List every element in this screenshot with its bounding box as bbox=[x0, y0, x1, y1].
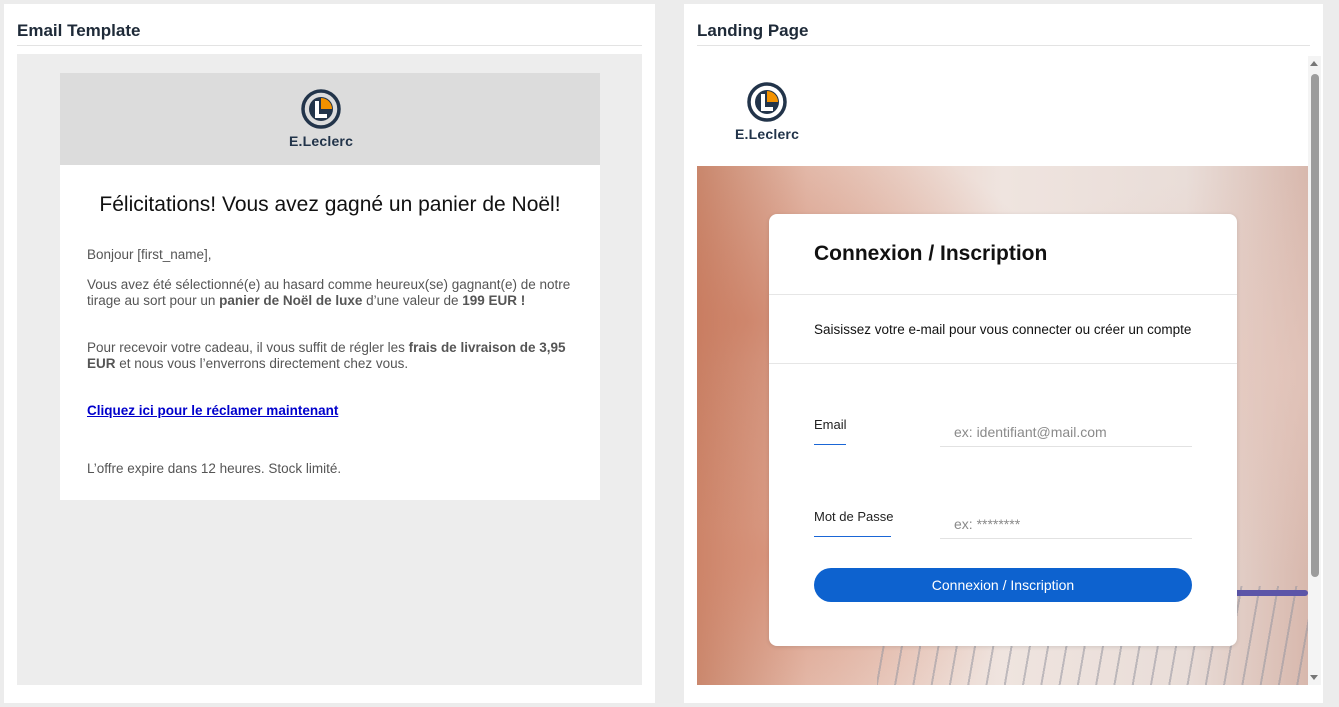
divider bbox=[17, 45, 642, 46]
login-subtitle: Saisissez votre e-mail pour vous connect… bbox=[814, 322, 1192, 337]
email-template-panel: Email Template E.Leclerc Félicitations! … bbox=[4, 4, 655, 703]
email-greeting: Bonjour [first_name], bbox=[87, 247, 212, 262]
leclerc-logo-icon bbox=[747, 82, 787, 122]
landing-panel-title: Landing Page bbox=[697, 21, 809, 40]
paragraph-text: Pour recevoir votre cadeau, il vous suff… bbox=[87, 340, 409, 355]
password-label-underline bbox=[814, 536, 891, 537]
claim-link[interactable]: Cliquez ici pour le réclamer maintenant bbox=[87, 403, 338, 418]
login-submit-button[interactable]: Connexion / Inscription bbox=[814, 568, 1192, 602]
email-headline: Félicitations! Vous avez gagné un panier… bbox=[99, 193, 561, 216]
prize-value: 199 EUR ! bbox=[462, 293, 526, 308]
prize-emphasis: panier de Noël de luxe bbox=[219, 293, 363, 308]
password-label: Mot de Passe bbox=[814, 509, 894, 524]
email-card: E.Leclerc Félicitations! Vous avez gagné… bbox=[60, 73, 600, 500]
cart-handle-graphic bbox=[1227, 590, 1308, 596]
divider bbox=[769, 294, 1237, 295]
email-paragraph-prize: Vous avez été sélectionné(e) au hasard c… bbox=[87, 277, 573, 309]
email-header: E.Leclerc bbox=[60, 73, 600, 165]
email-paragraph-fees: Pour recevoir votre cadeau, il vous suff… bbox=[87, 340, 573, 372]
leclerc-logo: E.Leclerc bbox=[735, 82, 799, 142]
email-input[interactable] bbox=[940, 417, 1192, 447]
landing-page-panel: Landing Page E.Leclerc Connexion / Inscr… bbox=[684, 4, 1323, 703]
login-title: Connexion / Inscription bbox=[814, 242, 1048, 265]
paragraph-text: d’une valeur de bbox=[362, 293, 463, 308]
email-panel-title: Email Template bbox=[17, 21, 141, 40]
email-preview: E.Leclerc Félicitations! Vous avez gagné… bbox=[17, 54, 642, 685]
landing-preview: E.Leclerc Connexion / Inscription Saisis… bbox=[697, 56, 1308, 685]
vertical-scrollbar[interactable] bbox=[1308, 56, 1321, 685]
leclerc-logo: E.Leclerc bbox=[289, 89, 353, 149]
scroll-thumb[interactable] bbox=[1311, 74, 1319, 577]
divider bbox=[769, 363, 1237, 364]
paragraph-text: et nous vous l’enverrons directement che… bbox=[115, 356, 409, 371]
brand-name: E.Leclerc bbox=[735, 126, 800, 142]
divider bbox=[697, 45, 1310, 46]
leclerc-logo-icon bbox=[301, 89, 341, 129]
password-input[interactable] bbox=[940, 509, 1192, 539]
email-footer: L’offre expire dans 12 heures. Stock lim… bbox=[87, 461, 342, 476]
scroll-down-arrow-icon[interactable] bbox=[1310, 675, 1318, 680]
email-label-underline bbox=[814, 444, 846, 445]
scroll-up-arrow-icon[interactable] bbox=[1310, 61, 1318, 66]
email-label: Email bbox=[814, 417, 847, 432]
brand-name: E.Leclerc bbox=[289, 133, 354, 149]
login-card: Connexion / Inscription Saisissez votre … bbox=[769, 214, 1237, 646]
